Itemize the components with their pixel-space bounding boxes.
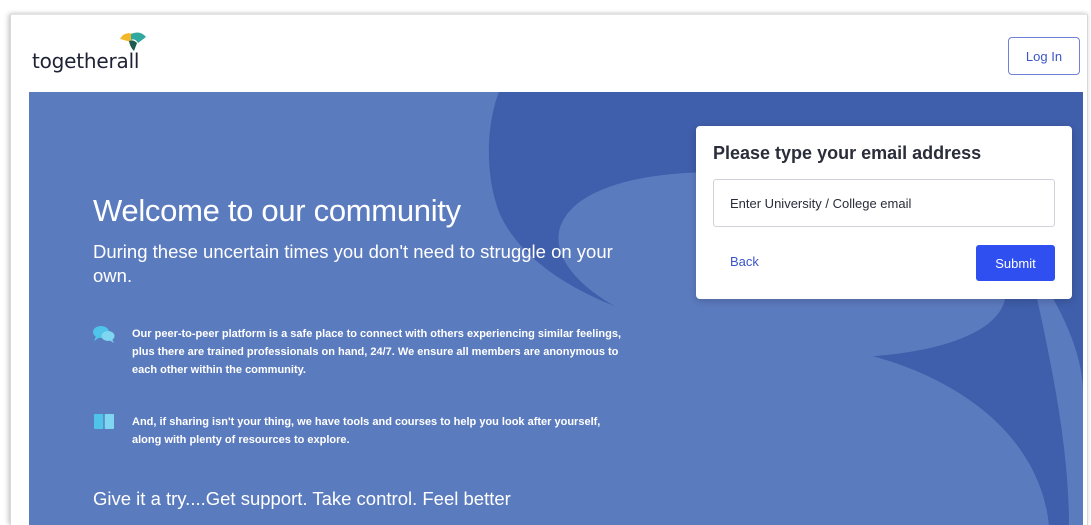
submit-button[interactable]: Submit [976, 245, 1055, 281]
hero-subtitle: During these uncertain times you don't n… [93, 241, 613, 286]
email-form-title: Please type your email address [713, 143, 982, 163]
log-in-button[interactable]: Log In [1008, 37, 1080, 75]
hero-title: Welcome to our community [93, 193, 461, 228]
hero-tagline: Give it a try....Get support. Take contr… [93, 488, 511, 509]
feature-text: Our peer-to-peer platform is a safe plac… [132, 328, 622, 376]
email-input[interactable] [713, 179, 1055, 227]
chat-bubbles-icon [93, 326, 115, 343]
feature-text: And, if sharing isn't your thing, we hav… [132, 416, 601, 446]
email-form-card: Please type your email address Back Subm… [696, 126, 1072, 299]
site-header: togetherall Log In [11, 15, 1087, 92]
hero-section: Welcome to our community During these un… [29, 92, 1083, 525]
book-icon [94, 414, 114, 429]
browser-page: togetherall Log In Welcome to our commun… [10, 14, 1088, 525]
togetherall-logo[interactable]: togetherall [32, 31, 182, 75]
back-link[interactable]: Back [730, 254, 759, 269]
logo-mark-icon [120, 32, 146, 51]
